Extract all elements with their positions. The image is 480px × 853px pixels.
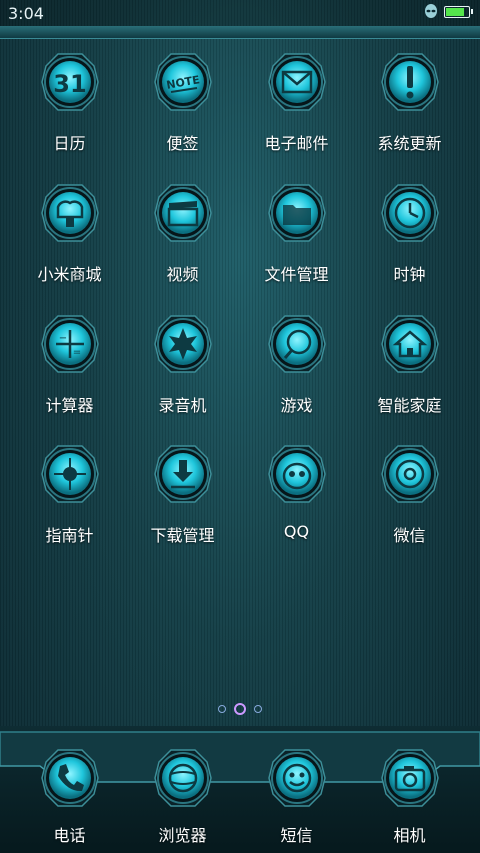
app-label: 日历 <box>53 134 86 153</box>
app-label: 电子邮件 <box>264 134 329 153</box>
game-ball-icon <box>261 308 333 380</box>
app-exclamation[interactable]: 系统更新 <box>353 40 466 170</box>
camera-icon <box>374 742 446 814</box>
app-label: 视频 <box>166 265 199 284</box>
dock-label: 相机 <box>393 826 426 845</box>
app-home[interactable]: 智能家庭 <box>353 302 466 432</box>
app-mail[interactable]: 电子邮件 <box>240 40 353 170</box>
battery-fill <box>446 8 464 16</box>
recorder-icon <box>147 308 219 380</box>
dock-app-phone[interactable]: 电话 <box>13 726 126 853</box>
app-note[interactable]: NOTE 便签 <box>126 40 239 170</box>
app-label: 系统更新 <box>377 134 442 153</box>
exclamation-icon <box>374 46 446 118</box>
home-icon <box>374 308 446 380</box>
wechat-icon <box>374 438 446 510</box>
app-recorder[interactable]: 录音机 <box>126 302 239 432</box>
dock: 电话 浏览器 短信 相机 <box>0 726 480 853</box>
dock-label: 浏览器 <box>158 826 207 845</box>
note-icon: NOTE <box>147 46 219 118</box>
alien-notification-icon <box>425 4 437 18</box>
svg-text:−: − <box>59 333 67 344</box>
clock-icon <box>374 177 446 249</box>
app-calendar[interactable]: 31 日历 <box>13 40 126 170</box>
qq-penguin-icon <box>261 438 333 510</box>
app-label: 时钟 <box>393 265 426 284</box>
dock-app-messaging[interactable]: 短信 <box>240 726 353 853</box>
clapperboard-icon <box>147 177 219 249</box>
status-time: 3:04 <box>8 4 44 23</box>
app-compass[interactable]: 指南针 <box>13 432 126 562</box>
app-label: 录音机 <box>158 396 207 415</box>
compass-icon <box>34 438 106 510</box>
browser-globe-icon <box>147 742 219 814</box>
app-label: 指南针 <box>45 526 94 545</box>
app-folder[interactable]: 文件管理 <box>240 171 353 301</box>
app-label: 计算器 <box>45 396 94 415</box>
app-qq-penguin[interactable]: QQ <box>240 432 353 562</box>
store-icon <box>34 177 106 249</box>
folder-icon <box>261 177 333 249</box>
app-store[interactable]: 小米商城 <box>13 171 126 301</box>
page-dot[interactable] <box>254 705 262 713</box>
battery-icon <box>444 6 473 18</box>
phone-icon <box>34 742 106 814</box>
page-dot[interactable] <box>234 703 246 715</box>
app-label: 文件管理 <box>264 265 329 284</box>
app-label: 智能家庭 <box>377 396 442 415</box>
page-indicator[interactable] <box>0 698 480 717</box>
app-wechat[interactable]: 微信 <box>353 432 466 562</box>
app-label: 下载管理 <box>150 526 215 545</box>
page-dot[interactable] <box>218 705 226 713</box>
dock-app-browser-globe[interactable]: 浏览器 <box>126 726 239 853</box>
dock-app-camera[interactable]: 相机 <box>353 726 466 853</box>
dock-label: 电话 <box>53 826 86 845</box>
app-clapperboard[interactable]: 视频 <box>126 171 239 301</box>
dock-label: 短信 <box>280 826 313 845</box>
app-label: 微信 <box>393 526 426 545</box>
app-download[interactable]: 下载管理 <box>126 432 239 562</box>
app-calculator[interactable]: − = 计算器 <box>13 302 126 432</box>
mail-icon <box>261 46 333 118</box>
messaging-icon <box>261 742 333 814</box>
calculator-icon: − = <box>34 308 106 380</box>
app-label: QQ <box>283 522 310 541</box>
app-clock[interactable]: 时钟 <box>353 171 466 301</box>
top-decorative-plate <box>0 26 480 39</box>
svg-text:=: = <box>73 347 81 358</box>
app-game-ball[interactable]: 游戏 <box>240 302 353 432</box>
app-label: 便签 <box>166 134 199 153</box>
app-label: 小米商城 <box>37 265 102 284</box>
app-label: 游戏 <box>280 396 313 415</box>
calendar-icon: 31 <box>34 46 106 118</box>
status-bar: 3:04 <box>0 0 480 26</box>
svg-text:31: 31 <box>53 70 86 98</box>
download-icon <box>147 438 219 510</box>
